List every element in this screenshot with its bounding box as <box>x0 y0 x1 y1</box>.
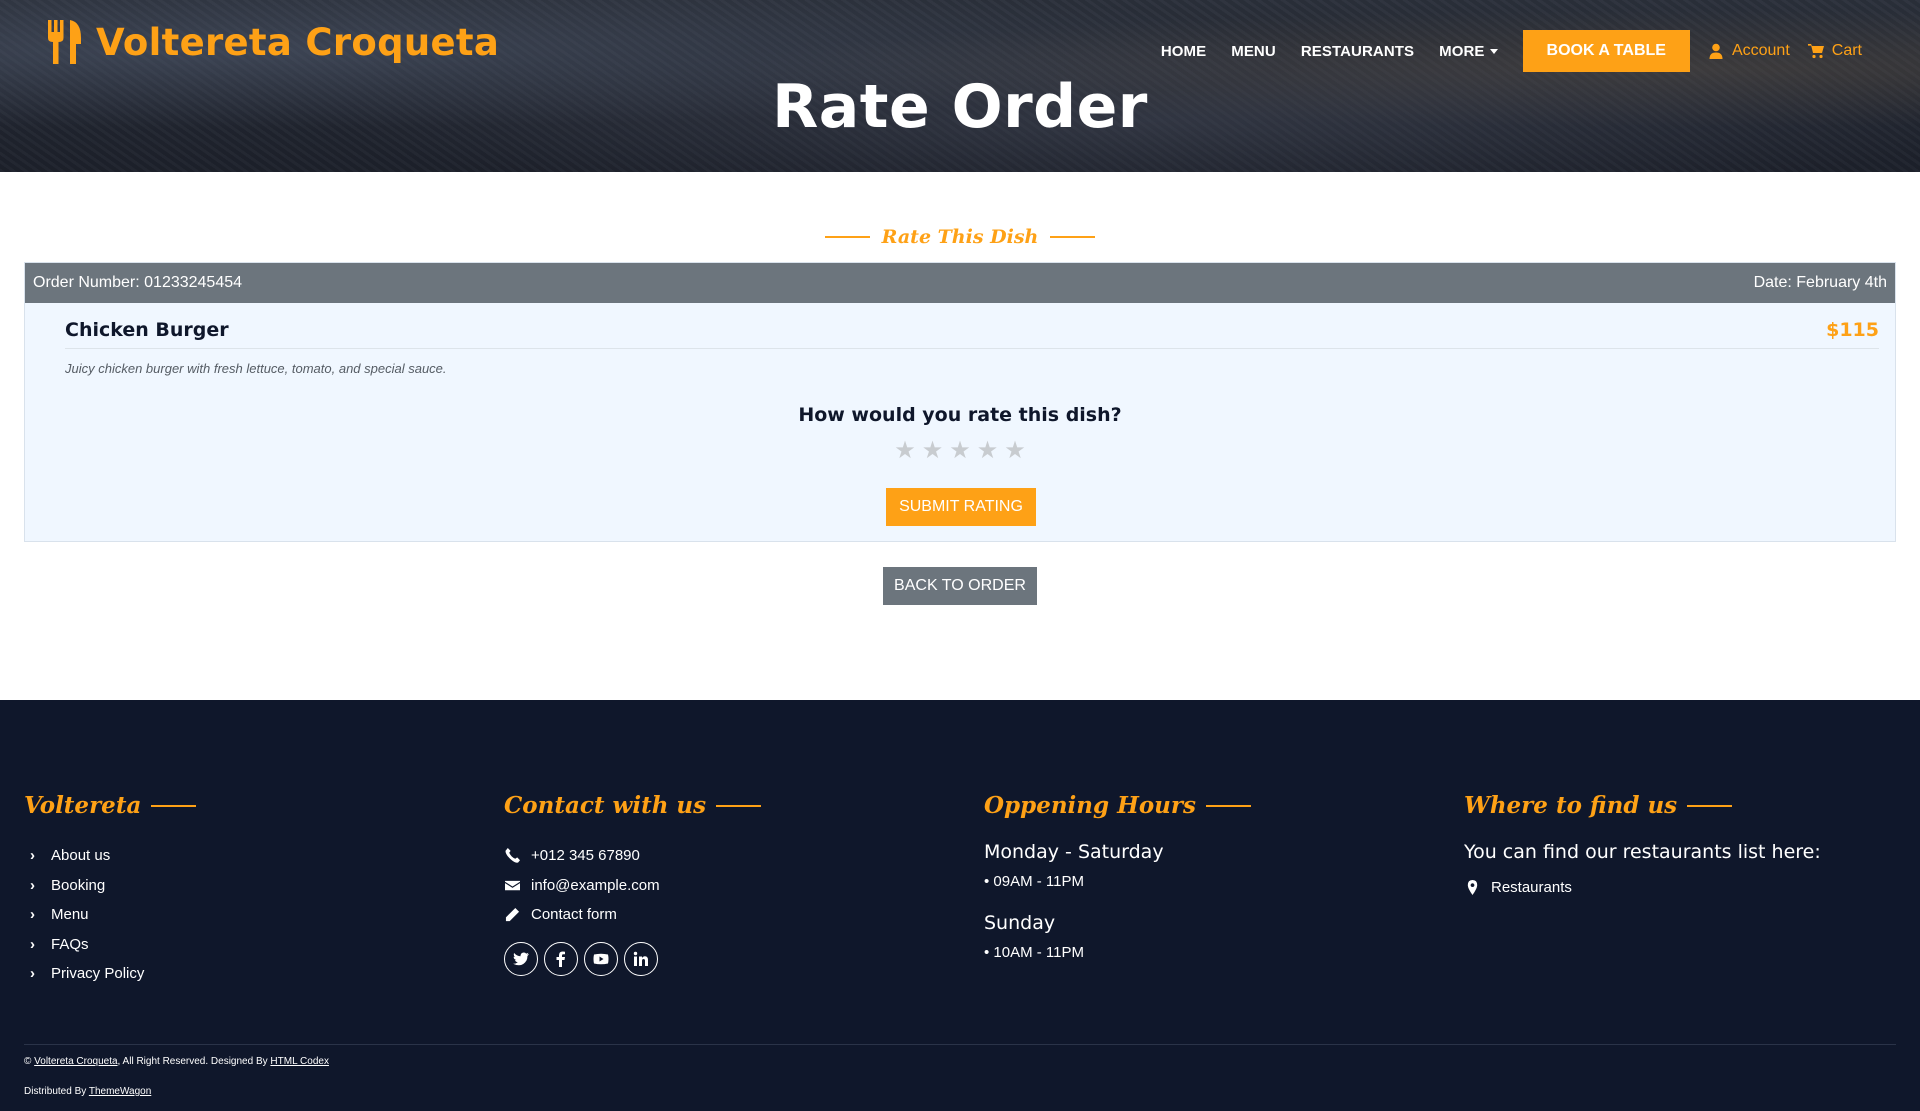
twitter-icon[interactable] <box>504 941 538 976</box>
account-link[interactable]: Account <box>1708 42 1790 60</box>
facebook-icon[interactable] <box>544 941 578 976</box>
nav-home[interactable]: HOME <box>1161 43 1206 60</box>
main-nav: HOME MENU RESTAURANTS MORE BOOK A TABLE … <box>1161 30 1862 72</box>
dish-row: Chicken Burger $115 <box>65 317 1879 349</box>
footer-divider <box>24 1044 1896 1045</box>
cart-label: Cart <box>1831 42 1862 59</box>
star-3-icon[interactable]: ★ <box>949 439 971 463</box>
nav-more-dropdown[interactable]: MORE <box>1439 42 1498 60</box>
footer-heading: Oppening Hours <box>984 792 1251 819</box>
order-number: Order Number: 01233245454 <box>33 274 243 291</box>
submit-rating-button[interactable]: SUBMIT RATING <box>886 488 1036 526</box>
page-title: Rate Order <box>772 72 1148 142</box>
contact-email[interactable]: info@example.com <box>504 871 761 901</box>
social-links <box>504 941 761 976</box>
footer-heading: Where to find us <box>1464 792 1821 819</box>
section-title: Rate This Dish <box>0 226 1920 248</box>
hours-weekday-time: • 09AM - 11PM <box>984 873 1085 890</box>
divider-line <box>824 236 870 238</box>
footer-col-voltereta: Voltereta › About us › Booking › Menu › FAQs… <box>24 792 197 989</box>
phone-icon <box>504 848 521 863</box>
order-card: Order Number: 01233245454 Date: February… <box>24 262 1896 542</box>
footer-link-faqs[interactable]: › FAQs <box>24 930 196 960</box>
envelope-icon <box>504 878 521 893</box>
footer-col-hours: Oppening Hours Monday - Saturday • 09AM … <box>984 792 1251 983</box>
hours-sunday-label: Sunday <box>984 912 1056 934</box>
order-header: Order Number: 01233245454 Date: February… <box>25 263 1895 303</box>
footer-link-menu[interactable]: › Menu <box>24 900 196 930</box>
back-to-order-button[interactable]: BACK TO ORDER <box>883 567 1037 605</box>
star-1-icon[interactable]: ★ <box>894 439 916 463</box>
linkedin-icon[interactable] <box>624 941 658 976</box>
chevron-right-icon: › <box>30 935 35 953</box>
cart-link[interactable]: Cart <box>1807 42 1862 60</box>
copyright-text: © Voltereta Croqueta, All Right Reserved… <box>24 1056 329 1067</box>
divider-line <box>1050 236 1096 238</box>
footer-heading: Contact with us <box>504 792 762 819</box>
hours-weekday-label: Monday - Saturday <box>984 841 1164 863</box>
nav-more-label: MORE <box>1439 42 1485 60</box>
hours-sunday-time: • 10AM - 11PM <box>984 944 1085 961</box>
account-label: Account <box>1731 42 1790 59</box>
star-2-icon[interactable]: ★ <box>922 439 944 463</box>
nav-restaurants[interactable]: RESTAURANTS <box>1301 43 1414 60</box>
chevron-right-icon: › <box>30 965 35 983</box>
chevron-right-icon: › <box>30 847 35 865</box>
star-rating: ★ ★ ★ ★ ★ <box>25 439 1895 463</box>
order-date: Date: February 4th <box>1753 274 1887 291</box>
hero-header: Voltereta Croqueta HOME MENU RESTAURANTS… <box>0 0 1920 172</box>
footer-link-booking[interactable]: › Booking <box>24 871 196 901</box>
map-marker-icon <box>1464 880 1481 896</box>
section-title-text: Rate This Dish <box>881 226 1039 248</box>
star-4-icon[interactable]: ★ <box>977 439 999 463</box>
dish-price: $115 <box>1826 318 1879 341</box>
star-5-icon[interactable]: ★ <box>1004 439 1026 463</box>
footer-col-contact: Contact with us +012 345 67890 info@exam… <box>504 792 762 976</box>
distributed-text: Distributed By ThemeWagon <box>24 1086 152 1097</box>
caret-down-icon <box>1489 49 1498 54</box>
footer-link-privacy[interactable]: › Privacy Policy <box>24 959 196 989</box>
brand-logo[interactable]: Voltereta Croqueta <box>46 20 499 64</box>
cart-icon <box>1807 44 1824 59</box>
youtube-icon[interactable] <box>584 941 618 976</box>
footer-heading: Voltereta <box>24 792 197 819</box>
footer-link-about[interactable]: › About us <box>24 841 196 871</box>
designer-link[interactable]: HTML Codex <box>270 1056 329 1067</box>
contact-form-link[interactable]: Contact form <box>504 900 761 930</box>
dish-name: Chicken Burger <box>65 318 229 341</box>
footer-col-location: Where to find us You can find our restau… <box>1464 792 1821 903</box>
restaurants-link[interactable]: Restaurants <box>1464 873 1821 903</box>
chevron-right-icon: › <box>30 876 35 894</box>
distributor-link[interactable]: ThemeWagon <box>89 1086 151 1097</box>
utensils-icon <box>46 20 82 64</box>
chevron-right-icon: › <box>30 906 35 924</box>
brand-name: Voltereta Croqueta <box>96 20 500 64</box>
contact-phone[interactable]: +012 345 67890 <box>504 841 761 871</box>
rating-question: How would you rate this dish? <box>798 404 1122 426</box>
copyright-brand-link[interactable]: Voltereta Croqueta <box>34 1056 117 1067</box>
find-us-text: You can find our restaurants list here: <box>1464 841 1821 863</box>
dish-description: Juicy chicken burger with fresh lettuce,… <box>65 361 447 376</box>
book-table-button[interactable]: BOOK A TABLE <box>1522 30 1690 72</box>
nav-menu[interactable]: MENU <box>1231 43 1276 60</box>
pencil-icon <box>504 907 521 922</box>
footer: Voltereta › About us › Booking › Menu › FAQs… <box>0 700 1920 1111</box>
user-icon <box>1709 43 1723 59</box>
